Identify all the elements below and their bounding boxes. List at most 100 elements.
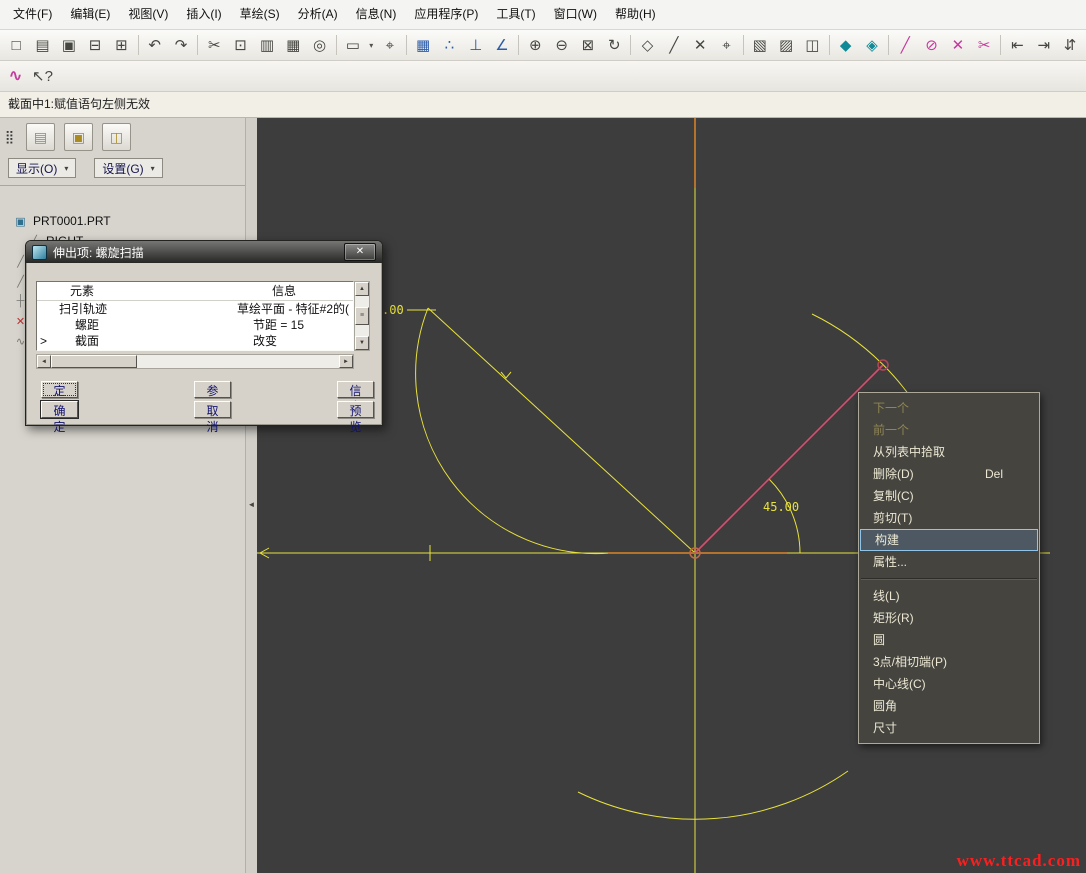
tree-show-button[interactable]: 显示(O) ▾ bbox=[8, 158, 76, 178]
constraint-tool-icon[interactable]: ⇵ bbox=[1057, 32, 1083, 58]
scrollbar-thumb[interactable] bbox=[51, 355, 137, 368]
menu-insert[interactable]: 插入(I) bbox=[177, 0, 230, 29]
paste-icon[interactable]: ▥ bbox=[254, 32, 280, 58]
dialog-titlebar[interactable]: 伸出项: 螺旋扫描 ✕ bbox=[26, 241, 382, 263]
toggle-dimensions-icon[interactable]: ∠ bbox=[489, 32, 515, 58]
context-item-3point-tangent[interactable]: 3点/相切端(P) bbox=[859, 651, 1039, 673]
datum-planes-icon[interactable]: ◇ bbox=[634, 32, 660, 58]
context-item-dimension[interactable]: 尺寸 bbox=[859, 717, 1039, 739]
zoom-out-icon[interactable]: ⊖ bbox=[548, 32, 574, 58]
sketch-arc-bottom[interactable] bbox=[578, 771, 848, 819]
zoom-refit-icon[interactable]: ⊠ bbox=[575, 32, 601, 58]
view-manager-icon[interactable]: ▧ bbox=[747, 32, 773, 58]
selected-line[interactable] bbox=[695, 365, 883, 553]
context-item-circle[interactable]: 圆 bbox=[859, 629, 1039, 651]
context-item-copy[interactable]: 复制(C) bbox=[859, 485, 1039, 507]
scroll-right-icon[interactable]: ► bbox=[339, 355, 353, 368]
display-style-icon[interactable]: ◫ bbox=[799, 32, 825, 58]
context-item-centerline[interactable]: 中心线(C) bbox=[859, 673, 1039, 695]
menu-window[interactable]: 窗口(W) bbox=[545, 0, 606, 29]
tree-search-button[interactable]: ◫ bbox=[102, 123, 131, 151]
tree-settings-button[interactable]: 设置(G) ▾ bbox=[94, 158, 162, 178]
table-row[interactable]: > 截面 改变 bbox=[37, 333, 353, 349]
undo-icon[interactable]: ↶ bbox=[142, 32, 168, 58]
context-item-properties[interactable]: 属性... bbox=[859, 551, 1039, 573]
partial-dimension-text[interactable]: .00 bbox=[382, 303, 404, 317]
open-file-icon[interactable]: ▤ bbox=[29, 32, 55, 58]
sketch-orient-icon[interactable]: ◆ bbox=[833, 32, 859, 58]
scrollbar-thumb[interactable]: ≡ bbox=[355, 307, 369, 325]
table-row[interactable]: 扫引轨迹 草绘平面 - 特征#2的( bbox=[37, 301, 353, 317]
context-item-cut[interactable]: 剪切(T) bbox=[859, 507, 1039, 529]
define-button[interactable]: 定义 bbox=[41, 381, 78, 398]
vertical-scrollbar[interactable]: ▲ ≡ ▼ bbox=[354, 281, 370, 351]
scroll-left-icon[interactable]: ◄ bbox=[37, 355, 51, 368]
save-icon[interactable]: ▣ bbox=[56, 32, 82, 58]
context-item-line[interactable]: 线(L) bbox=[859, 585, 1039, 607]
model-tree-menus: 显示(O) ▾ 设置(G) ▾ bbox=[0, 156, 245, 180]
cut-icon[interactable]: ✂ bbox=[201, 32, 227, 58]
select-items-icon[interactable]: ▭ bbox=[340, 32, 366, 58]
table-row[interactable]: 螺距 节距 = 15 bbox=[37, 317, 353, 333]
print-preview-icon[interactable]: ⊞ bbox=[108, 32, 134, 58]
paste-special-icon[interactable]: ▦ bbox=[280, 32, 306, 58]
scroll-down-icon[interactable]: ▼ bbox=[355, 336, 369, 350]
context-item-pick-from-list[interactable]: 从列表中拾取 bbox=[859, 441, 1039, 463]
sketch-setup-icon[interactable]: ◈ bbox=[859, 32, 885, 58]
new-file-icon[interactable]: □ bbox=[3, 32, 29, 58]
datum-axes-icon[interactable]: ╱ bbox=[661, 32, 687, 58]
angle-dimension-arc[interactable] bbox=[769, 479, 800, 553]
menu-view[interactable]: 视图(V) bbox=[119, 0, 177, 29]
cancel-button[interactable]: 取消 bbox=[194, 401, 231, 418]
references-button[interactable]: 参照 bbox=[194, 381, 231, 398]
sketch-arc-left[interactable] bbox=[416, 308, 610, 554]
find-icon[interactable]: ◎ bbox=[306, 32, 332, 58]
zoom-in-icon[interactable]: ⊕ bbox=[522, 32, 548, 58]
print-icon[interactable]: ⊟ bbox=[82, 32, 108, 58]
menu-info[interactable]: 信息(N) bbox=[347, 0, 406, 29]
menu-edit[interactable]: 编辑(E) bbox=[61, 0, 119, 29]
context-item-construct[interactable]: 构建 bbox=[860, 529, 1038, 551]
context-item-rectangle[interactable]: 矩形(R) bbox=[859, 607, 1039, 629]
redo-icon[interactable]: ↷ bbox=[168, 32, 194, 58]
menu-analysis[interactable]: 分析(A) bbox=[289, 0, 347, 29]
select-filter-icon[interactable]: ⌖ bbox=[377, 32, 403, 58]
preview-button[interactable]: 预览 bbox=[337, 401, 374, 418]
diagonal-line[interactable] bbox=[428, 308, 695, 553]
ok-button[interactable]: 确定 bbox=[41, 401, 78, 418]
layers-icon[interactable]: ▨ bbox=[773, 32, 799, 58]
info-button[interactable]: 信息 bbox=[337, 381, 374, 398]
angle-dimension-text[interactable]: 45.00 bbox=[763, 500, 799, 514]
menu-help[interactable]: 帮助(H) bbox=[606, 0, 665, 29]
tree-columns-icon[interactable]: ⣿ bbox=[2, 124, 17, 150]
context-help-icon[interactable]: ↖? bbox=[29, 63, 56, 89]
dimension-icon[interactable]: ⇤ bbox=[1004, 32, 1030, 58]
select-items-dropdown-icon[interactable]: ▾ bbox=[366, 33, 377, 57]
sketcher-ribbon-icon[interactable]: ∿ bbox=[2, 63, 29, 89]
copy-icon[interactable]: ⊡ bbox=[227, 32, 253, 58]
repaint-icon[interactable]: ↻ bbox=[601, 32, 627, 58]
menu-applications[interactable]: 应用程序(P) bbox=[405, 0, 487, 29]
context-item-delete[interactable]: 删除(D) Del bbox=[859, 463, 1039, 485]
menu-file[interactable]: 文件(F) bbox=[4, 0, 61, 29]
tree-new-button[interactable]: ▣ bbox=[64, 123, 93, 151]
horizontal-scrollbar[interactable]: ◄ ► bbox=[36, 354, 354, 369]
menu-sketch[interactable]: 草绘(S) bbox=[231, 0, 289, 29]
datum-points-icon[interactable]: ✕ bbox=[687, 32, 713, 58]
menu-tools[interactable]: 工具(T) bbox=[487, 0, 544, 29]
sketch-delete-segment-icon[interactable]: ⊘ bbox=[918, 32, 944, 58]
tree-list-button[interactable]: ▤ bbox=[26, 123, 55, 151]
sketch-line-icon[interactable]: ╱ bbox=[892, 32, 918, 58]
context-item-fillet[interactable]: 圆角 bbox=[859, 695, 1039, 717]
toggle-vertices-icon[interactable]: ∴ bbox=[436, 32, 462, 58]
sketch-trim-icon[interactable]: ✂ bbox=[971, 32, 997, 58]
close-icon[interactable]: ✕ bbox=[344, 243, 376, 261]
toggle-grid-icon[interactable]: ▦ bbox=[410, 32, 436, 58]
scroll-up-icon[interactable]: ▲ bbox=[355, 282, 369, 296]
tree-item-part[interactable]: ▣ PRT0001.PRT bbox=[0, 211, 245, 231]
collapse-panel-icon[interactable]: ◄ bbox=[247, 500, 256, 509]
modify-dimension-icon[interactable]: ⇥ bbox=[1031, 32, 1057, 58]
toggle-constraints-icon[interactable]: ⊥ bbox=[463, 32, 489, 58]
sketch-point-icon[interactable]: ✕ bbox=[945, 32, 971, 58]
coordinate-systems-icon[interactable]: ⌖ bbox=[713, 32, 739, 58]
